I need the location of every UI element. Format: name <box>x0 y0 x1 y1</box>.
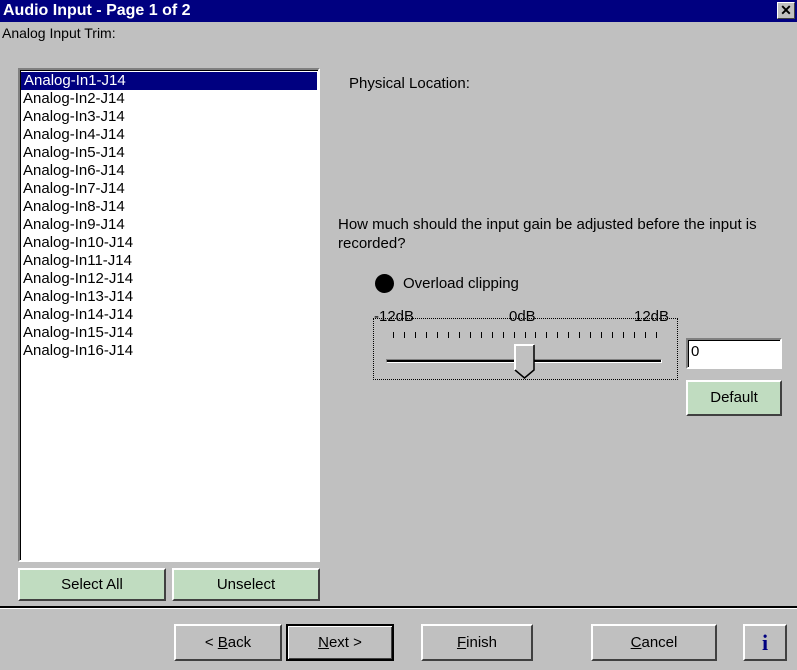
slider-tick <box>426 332 427 338</box>
slider-tick <box>415 332 416 338</box>
slider-tick <box>590 332 591 338</box>
title-bar: Audio Input - Page 1 of 2 ✕ <box>0 0 797 22</box>
footer-divider-highlight <box>0 608 797 609</box>
slider-tick <box>612 332 613 338</box>
finish-label: inish <box>466 634 498 651</box>
physical-location-label: Physical Location: <box>349 75 470 92</box>
input-listbox[interactable]: Analog-In1-J14 Analog-In2-J14 Analog-In3-J… <box>18 68 320 562</box>
slider-tick <box>448 332 449 338</box>
list-item[interactable]: Analog-In14-J14 <box>20 306 318 324</box>
slider-tick <box>623 332 624 338</box>
list-caption: Analog Input Trim: <box>2 25 116 41</box>
slider-tick <box>459 332 460 338</box>
slider-tick <box>492 332 493 338</box>
list-item[interactable]: Analog-In1-J14 <box>21 72 317 90</box>
cancel-button[interactable]: Cancel <box>591 624 717 661</box>
close-icon: ✕ <box>780 2 792 18</box>
info-icon: i <box>761 630 769 655</box>
gain-value-field[interactable]: 0 <box>686 338 782 369</box>
select-all-button[interactable]: Select All <box>18 568 166 601</box>
slider-tick <box>393 332 394 338</box>
next-accel: N <box>318 634 329 651</box>
cancel-label: ancel <box>641 634 678 651</box>
overload-indicator-icon <box>375 274 394 293</box>
default-button[interactable]: Default <box>686 380 782 416</box>
close-button[interactable]: ✕ <box>777 2 795 19</box>
list-item[interactable]: Analog-In9-J14 <box>20 216 318 234</box>
list-item[interactable]: Analog-In10-J14 <box>20 234 318 252</box>
list-item[interactable]: Analog-In13-J14 <box>20 288 318 306</box>
slider-max-label: 12dB <box>634 308 670 325</box>
list-item[interactable]: Analog-In4-J14 <box>20 126 318 144</box>
slider-tick <box>634 332 635 338</box>
slider-tick <box>535 332 536 338</box>
slider-tick <box>601 332 602 338</box>
slider-tick <box>645 332 646 338</box>
next-button[interactable]: Next > <box>286 624 394 661</box>
slider-tick <box>579 332 580 338</box>
list-item[interactable]: Analog-In3-J14 <box>20 108 318 126</box>
slider-tick <box>568 332 569 338</box>
list-item[interactable]: Analog-In6-J14 <box>20 162 318 180</box>
slider-tick <box>404 332 405 338</box>
slider-thumb[interactable] <box>514 344 536 379</box>
back-accel: B <box>217 634 228 651</box>
cancel-accel: C <box>630 634 642 651</box>
finish-button[interactable]: Finish <box>421 624 533 661</box>
list-item[interactable]: Analog-In16-J14 <box>20 342 318 360</box>
back-label: ack <box>227 634 252 651</box>
slider-tick <box>557 332 558 338</box>
slider-tick <box>503 332 504 338</box>
slider-tick <box>546 332 547 338</box>
back-button[interactable]: < Back <box>174 624 282 661</box>
slider-tick <box>656 332 657 338</box>
list-item[interactable]: Analog-In12-J14 <box>20 270 318 288</box>
info-button[interactable]: i <box>743 624 787 661</box>
slider-tick <box>525 332 526 338</box>
overload-label: Overload clipping <box>403 275 519 292</box>
slider-tick <box>514 332 515 338</box>
slider-tick <box>470 332 471 338</box>
back-prefix: < <box>204 634 218 651</box>
slider-mid-label: 0dB <box>509 308 536 325</box>
list-item[interactable]: Analog-In5-J14 <box>20 144 318 162</box>
list-item[interactable]: Analog-In7-J14 <box>20 180 318 198</box>
slider-tick <box>437 332 438 338</box>
list-item[interactable]: Analog-In15-J14 <box>20 324 318 342</box>
list-item[interactable]: Analog-In2-J14 <box>20 90 318 108</box>
finish-accel: F <box>456 634 467 651</box>
window-title: Audio Input - Page 1 of 2 <box>3 2 191 19</box>
gain-question: How much should the input gain be adjust… <box>338 216 757 252</box>
unselect-button[interactable]: Unselect <box>172 568 320 601</box>
slider-tick <box>481 332 482 338</box>
list-item[interactable]: Analog-In8-J14 <box>20 198 318 216</box>
list-item[interactable]: Analog-In11-J14 <box>20 252 318 270</box>
slider-min-label: -12dB <box>374 308 415 325</box>
next-label: ext > <box>328 634 362 651</box>
